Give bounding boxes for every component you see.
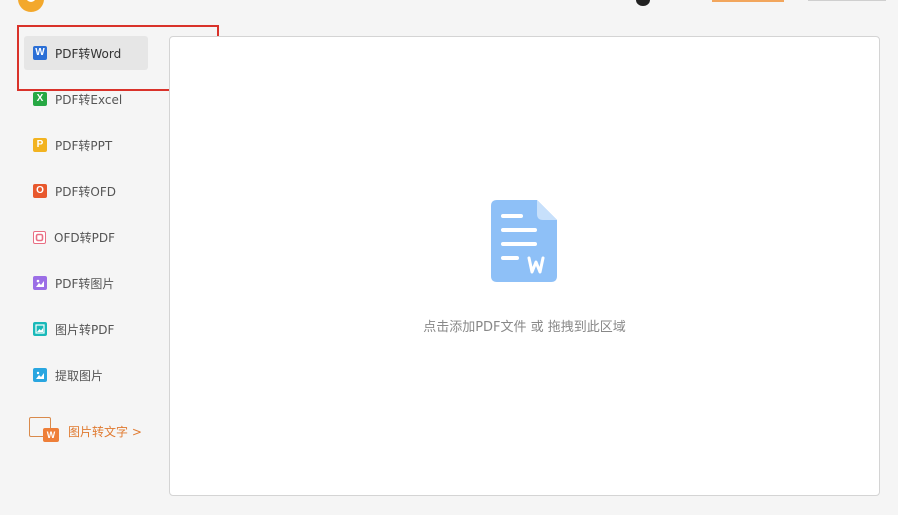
file-drop-zone[interactable]: 点击添加PDF文件 或 拖拽到此区域	[169, 36, 880, 496]
sidebar-item-label: PDF转PPT	[55, 138, 113, 153]
sidebar-item-ofd-to-pdf[interactable]: OFD转PDF	[24, 220, 148, 254]
sidebar-item-label: 图片转PDF	[55, 322, 115, 337]
word-badge-icon: W	[43, 428, 59, 442]
sidebar-item-label: PDF转图片	[55, 276, 115, 291]
image-to-pdf-icon	[33, 322, 47, 336]
word-document-icon	[491, 200, 557, 282]
image-to-text-label: 图片转文字 >	[68, 424, 142, 439]
vip-link[interactable]	[712, 0, 784, 2]
ppt-icon: P	[33, 138, 47, 152]
sidebar-item-label: OFD转PDF	[54, 230, 115, 245]
drop-hint-text: 点击添加PDF文件 或 拖拽到此区域	[423, 320, 626, 335]
user-avatar-icon[interactable]	[636, 0, 650, 6]
window-controls[interactable]	[808, 0, 886, 1]
image-icon	[33, 276, 47, 290]
image-to-text-link[interactable]: W 图片转文字 >	[28, 416, 142, 446]
sidebar-item-extract-image[interactable]: 提取图片	[24, 358, 148, 392]
ofd-outline-icon	[33, 230, 46, 244]
extract-image-icon	[33, 368, 47, 382]
sidebar-item-label: 提取图片	[55, 368, 104, 383]
sidebar-item-label: PDF转Excel	[55, 92, 123, 107]
sidebar-item-pdf-to-ofd[interactable]: O PDF转OFD	[24, 174, 148, 208]
sidebar-item-pdf-to-ppt[interactable]: P PDF转PPT	[24, 128, 148, 162]
sidebar-item-label: PDF转OFD	[55, 184, 116, 199]
image-to-text-icon: W	[28, 416, 62, 446]
excel-icon: X	[33, 92, 47, 106]
ofd-icon: O	[33, 184, 47, 198]
sidebar-item-image-to-pdf[interactable]: 图片转PDF	[24, 312, 148, 346]
app-window: W PDF转Word X PDF转Excel P PDF转PPT O PDF转O…	[0, 0, 898, 515]
sidebar-item-pdf-to-image[interactable]: PDF转图片	[24, 266, 148, 300]
